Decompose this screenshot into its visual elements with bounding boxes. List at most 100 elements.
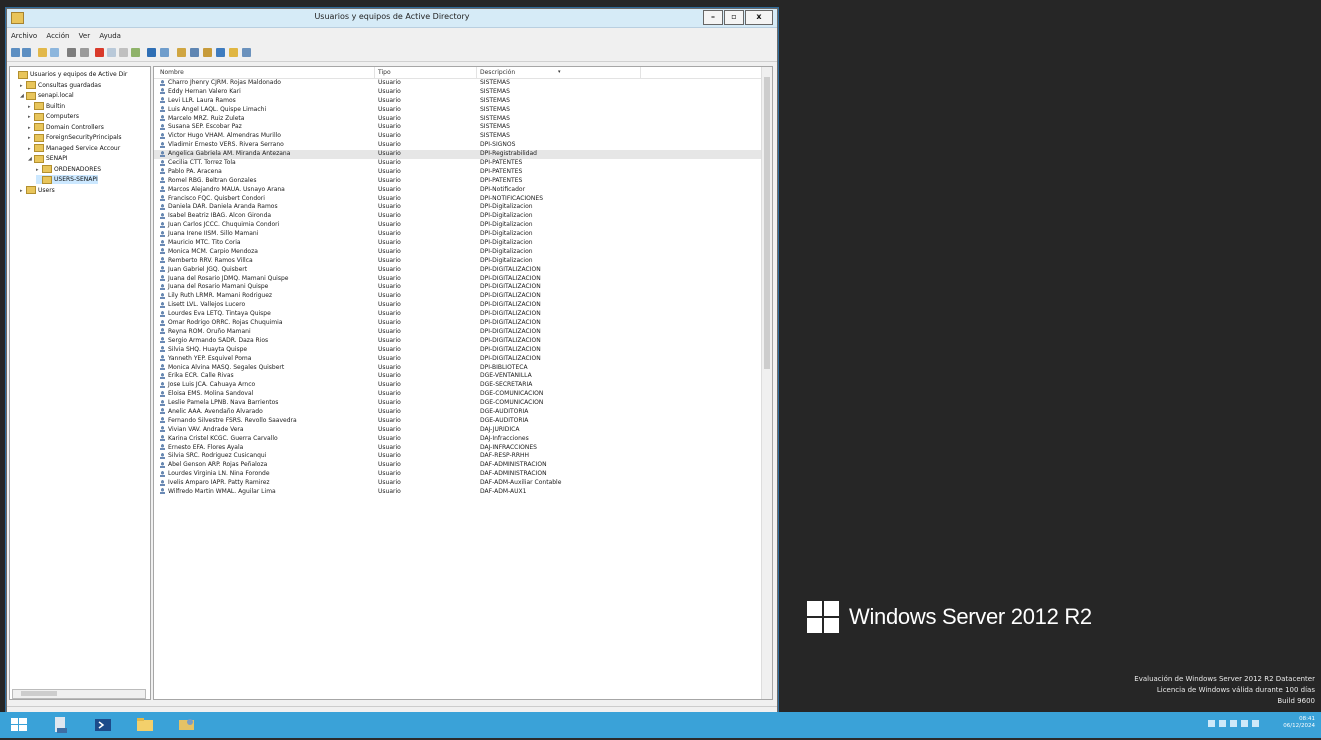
table-row[interactable]: Ivelis Amparo IAPR. Patty Ramirez Usuario…	[154, 479, 762, 488]
menu-archivo[interactable]: Archivo	[7, 29, 40, 40]
table-row[interactable]: Silvia SRC. Rodriguez Cusicanqui Usuario D…	[154, 452, 762, 461]
objects-list[interactable]: Nombre Tipo Descripción ▾ Charro Jhenry …	[153, 66, 773, 700]
table-row[interactable]: Lourdes Virginia LN. Nina Foronde Usuario…	[154, 470, 762, 479]
tree-item[interactable]: ▸ ForeignSecurityPrincipals	[28, 133, 122, 142]
table-row[interactable]: Luis Angel LAQL. Quispe Limachi Usuario SI…	[154, 106, 762, 115]
menu-accion[interactable]: Acción	[42, 29, 72, 40]
flag-icon[interactable]	[1230, 720, 1237, 727]
menu-ver[interactable]: Ver	[75, 29, 93, 40]
help-icon[interactable]	[131, 48, 140, 57]
minimize-button[interactable]: –	[703, 10, 723, 25]
navigation-tree[interactable]: ▸ Users USERS-SENAPI ▸ ORDENADORES ◢ SENAPI ▸ Ma…	[9, 66, 151, 700]
server-manager-button[interactable]	[50, 714, 72, 736]
table-row[interactable]: Ernesto EFA. Flores Ayala Usuario DAJ-INFR…	[154, 444, 762, 453]
column-header-name[interactable]: Nombre	[160, 69, 184, 76]
properties-icon[interactable]	[67, 48, 76, 57]
network-icon[interactable]	[1219, 720, 1226, 727]
table-row[interactable]: Juan Carlos JCCC. Chuquimia Condori Usuar…	[154, 221, 762, 230]
delete-icon[interactable]	[95, 48, 104, 57]
table-row[interactable]: Cecilia CTT. Torrez Tola Usuario DPI-PATEN…	[154, 159, 762, 168]
table-row[interactable]: Isabel Beatriz IBAG. Alcon Gironda Usuari…	[154, 212, 762, 221]
table-row[interactable]: Juan Gabriel JGQ. Quisbert Usuario DPI-DIG…	[154, 266, 762, 275]
back-icon[interactable]	[11, 48, 20, 57]
new-group-icon[interactable]	[190, 48, 199, 57]
table-row[interactable]: Juana del Rosario JDMQ. Mamani Quispe Usu…	[154, 275, 762, 284]
list-vertical-scrollbar[interactable]	[761, 67, 772, 699]
file-explorer-button[interactable]	[134, 714, 156, 736]
table-row[interactable]: Vivian VAV. Andrade Vera Usuario DAJ-JURID…	[154, 426, 762, 435]
tree-item[interactable]: ▸ Computers	[28, 112, 79, 121]
table-row[interactable]: Silvia SHQ. Huayta Quispe Usuario DPI-DIGI…	[154, 346, 762, 355]
column-header-type[interactable]: Tipo	[378, 69, 391, 76]
table-row[interactable]: Erika ECR. Calle Rivas Usuario DGE-VENTANI…	[154, 372, 762, 381]
clock[interactable]: 08:41 06/12/2024	[1283, 716, 1315, 730]
table-row[interactable]: Angelica Gabriela AM. Miranda Antezana Us…	[154, 150, 762, 160]
tree-item[interactable]: ▸ Builtin	[28, 102, 65, 111]
tree-item[interactable]: ▸ Users	[20, 186, 55, 195]
tree-item[interactable]: ▸ ORDENADORES	[36, 165, 101, 174]
scroll-thumb[interactable]	[764, 77, 770, 369]
keyboard-icon[interactable]	[1241, 720, 1248, 727]
table-row[interactable]: Susana SEP. Escobar Paz Usuario SISTEMAS	[154, 123, 762, 132]
table-row[interactable]: Leslie Pamela LPNB. Nava Barrientos Usuar…	[154, 399, 762, 408]
tree-item[interactable]: USERS-SENAPI	[36, 175, 98, 184]
ad-users-button[interactable]	[176, 714, 198, 736]
column-header-description[interactable]: Descripción	[480, 69, 515, 76]
table-row[interactable]: Daniela DAR. Daniela Aranda Ramos Usuario…	[154, 203, 762, 212]
tree-item[interactable]: ◢ senapi.local	[20, 91, 74, 100]
table-row[interactable]: Lisett LVL. Vallejos Lucero Usuario DPI-DI…	[154, 301, 762, 310]
table-row[interactable]: Lourdes Eva LETQ. Tintaya Quispe Usuario D…	[154, 310, 762, 319]
table-row[interactable]: Remberto RRV. Ramos Villca Usuario DPI-Dig…	[154, 257, 762, 266]
start-button[interactable]	[8, 714, 30, 736]
tree-item[interactable]: ▸ Managed Service Accour	[28, 144, 120, 153]
volume-icon[interactable]	[1252, 720, 1259, 727]
table-row[interactable]: Charro Jhenry CJRM. Rojas Maldonado Usuar…	[154, 79, 762, 88]
table-row[interactable]: Reyna ROM. Oruño Mamani Usuario DPI-DIGITA…	[154, 328, 762, 337]
refresh-icon[interactable]	[107, 48, 116, 57]
table-row[interactable]: Anelic AAA. Avendaño Alvarado Usuario DGE-…	[154, 408, 762, 417]
folder-up-icon[interactable]	[38, 48, 47, 57]
tree-item[interactable]: ◢ SENAPI	[28, 154, 68, 163]
table-row[interactable]: Mauricio MTC. Tito Coria Usuario DPI-Digit…	[154, 239, 762, 248]
table-row[interactable]: Sergio Armando SADR. Daza Rios Usuario DPI…	[154, 337, 762, 346]
tree-item[interactable]: ▸ Domain Controllers	[28, 123, 104, 132]
table-row[interactable]: Vladimir Ernesto VERS. Rivera Serrano Usu…	[154, 141, 762, 150]
table-row[interactable]: Levi LLR. Laura Ramos Usuario SISTEMAS	[154, 97, 762, 106]
tree-item[interactable]: Usuarios y equipos de Active Dir	[12, 70, 127, 79]
column-divider[interactable]	[374, 67, 375, 78]
new-ou-icon[interactable]	[203, 48, 212, 57]
column-divider[interactable]	[640, 67, 641, 78]
forward-icon[interactable]	[22, 48, 31, 57]
table-row[interactable]: Fernando Silvestre FSRS. Revollo Saavedr…	[154, 417, 762, 426]
table-row[interactable]: Wilfredo Martin WMAL. Aguilar Lima Usuari…	[154, 488, 762, 497]
show-hide-tree-icon[interactable]	[50, 48, 59, 57]
column-divider[interactable]	[476, 67, 477, 78]
tree-item[interactable]: ▸ Consultas guardadas	[20, 81, 101, 90]
table-row[interactable]: Marcelo MRZ. Ruiz Zuleta Usuario SISTEMAS	[154, 115, 762, 124]
copy-icon[interactable]	[80, 48, 89, 57]
table-row[interactable]: Pablo PA. Aracena Usuario DPI-PATENTES	[154, 168, 762, 177]
powershell-button[interactable]	[92, 714, 114, 736]
title-bar[interactable]: Usuarios y equipos de Active Directory –…	[7, 9, 777, 28]
ad-users-window[interactable]: Usuarios y equipos de Active Directory –…	[6, 8, 778, 715]
tree-horizontal-scrollbar[interactable]	[12, 689, 146, 699]
table-row[interactable]: Abel Genson ARP. Rojas Peñaloza Usuario DA…	[154, 461, 762, 470]
export-icon[interactable]	[119, 48, 128, 57]
table-row[interactable]: Juana Irene IISM. Sillo Mamani Usuario DPI…	[154, 230, 762, 239]
find-icon[interactable]	[160, 48, 169, 57]
table-row[interactable]: Eddy Hernan Valero Kari Usuario SISTEMAS	[154, 88, 762, 97]
table-row[interactable]: Romel RBG. Beltran Gonzales Usuario DPI-PA…	[154, 177, 762, 186]
filter-icon[interactable]	[147, 48, 156, 57]
filter-options-icon[interactable]	[216, 48, 225, 57]
action-center-icon[interactable]	[1208, 720, 1215, 727]
table-row[interactable]: Yanneth YEP. Esquivel Poma Usuario DPI-DIG…	[154, 355, 762, 364]
menu-ayuda[interactable]: Ayuda	[95, 29, 124, 40]
table-row[interactable]: Juana del Rosario Mamani Quispe Usuario DP…	[154, 283, 762, 292]
table-row[interactable]: Monica Alvina MASQ. Segales Quisbert Usua…	[154, 364, 762, 373]
table-row[interactable]: Marcos Alejandro MAUA. Usnayo Arana Usuar…	[154, 186, 762, 195]
delegate-icon[interactable]	[242, 48, 251, 57]
table-row[interactable]: Karina Cristel KCGC. Guerra Carvallo Usua…	[154, 435, 762, 444]
table-row[interactable]: Omar Rodrigo ORRC. Rojas Chuquimia Usuari…	[154, 319, 762, 328]
close-button[interactable]: x	[745, 10, 773, 25]
table-row[interactable]: Lily Ruth LRMR. Mamani Rodriguez Usuario D…	[154, 292, 762, 301]
